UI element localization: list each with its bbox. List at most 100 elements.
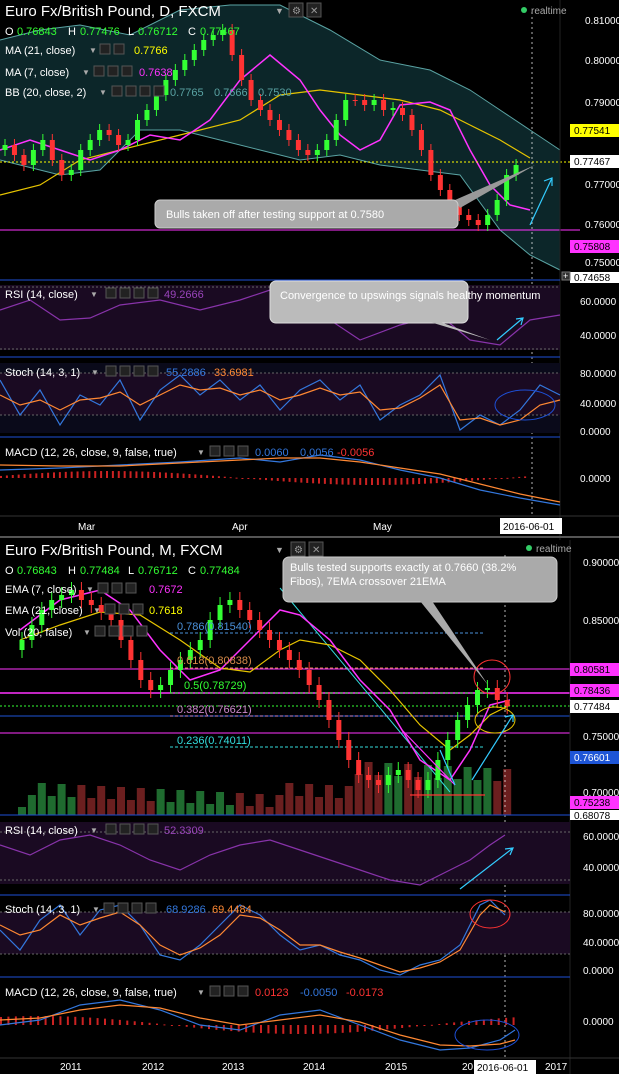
- macd-histogram-bar: [341, 1025, 344, 1033]
- axis-label: 40.0000: [580, 399, 617, 410]
- candle-body: [2, 145, 8, 150]
- macd-icons[interactable]: [209, 445, 249, 457]
- macd-histogram-bar: [81, 1017, 84, 1025]
- macd-histogram-bar: [133, 1021, 136, 1025]
- volume-bar: [344, 786, 353, 815]
- legend-ema21-label[interactable]: EMA (21, close): [5, 605, 83, 617]
- macd-histogram-bar: [96, 1018, 99, 1025]
- candle-body: [362, 100, 368, 105]
- macd-histogram-bar: [74, 1016, 77, 1025]
- volume-bar: [334, 798, 343, 815]
- candle-body: [295, 140, 301, 150]
- time-label: 2015: [385, 1062, 408, 1073]
- volume-bar: [493, 781, 502, 815]
- macd-histogram-bar: [170, 472, 173, 478]
- macd-histogram-bar: [156, 1023, 158, 1025]
- macd-histogram-bar: [393, 1025, 396, 1029]
- stoch-label[interactable]: Stoch (14, 3, 1): [5, 904, 80, 916]
- candle-body: [286, 130, 292, 140]
- legend-ma7-label[interactable]: MA (7, close): [5, 67, 69, 79]
- candle-body: [305, 150, 311, 155]
- candle-body: [247, 610, 253, 620]
- macd-histogram-bar: [506, 477, 509, 479]
- time-label: 2017: [545, 1062, 568, 1073]
- macd-histogram-bar: [406, 478, 409, 485]
- candle-body: [474, 690, 480, 705]
- candle-body: [68, 170, 74, 175]
- candle-body: [201, 40, 207, 50]
- macd-histogram-bar: [408, 1025, 411, 1028]
- macd-histogram-bar: [59, 1016, 62, 1025]
- chart-title: Euro Fx/British Pound, M, FXCM: [5, 542, 223, 559]
- macd-histogram-bar: [237, 1025, 240, 1032]
- chart-title: Euro Fx/British Pound, D, FXCM: [5, 3, 221, 20]
- legend-ema7-icons[interactable]: [97, 582, 137, 594]
- macd-histogram-bar: [178, 1025, 181, 1027]
- volume-bar: [27, 795, 36, 815]
- candle-body: [217, 605, 223, 620]
- volume-bar: [176, 790, 185, 815]
- ohlc-o-label: O: [5, 26, 14, 38]
- macd-histogram-bar: [52, 1016, 54, 1025]
- legend-ma21-label[interactable]: MA (21, close): [5, 45, 75, 57]
- svg-text:▼: ▼: [197, 448, 205, 457]
- candle-body: [148, 680, 154, 690]
- macd-histogram-bar: [0, 475, 2, 478]
- macd-value-3: -0.0056: [337, 447, 374, 459]
- macd-histogram-bar: [416, 1025, 418, 1027]
- macd-label[interactable]: MACD (12, 26, close, 9, false, true): [5, 447, 177, 459]
- chart-canvas: 0.81000 0.80000 0.79000 0.77000 0.76000 …: [0, 0, 619, 1074]
- macd-histogram-bar: [288, 478, 291, 482]
- stoch-label[interactable]: Stoch (14, 3, 1): [5, 367, 80, 379]
- fib-label: 0.5(0.78729): [184, 680, 246, 692]
- candle-body: [49, 140, 55, 160]
- rsi-label[interactable]: RSI (14, close): [5, 289, 78, 301]
- volume-bar: [87, 798, 96, 815]
- plus-icon[interactable]: +: [563, 271, 568, 281]
- candle-body: [106, 130, 112, 135]
- volume-bar: [186, 803, 195, 815]
- ohlc-o-label: O: [5, 565, 14, 577]
- macd-histogram-bar: [270, 478, 273, 481]
- legend-vol-label[interactable]: Vol (20, false): [5, 627, 72, 639]
- dropdown-icon[interactable]: ▼: [275, 545, 284, 555]
- candle-body: [248, 80, 254, 100]
- candle-body: [400, 108, 405, 115]
- time-label: 2011: [60, 1062, 82, 1073]
- volume-bar: [117, 787, 126, 815]
- volume-bar: [305, 784, 314, 815]
- rsi-label[interactable]: RSI (14, close): [5, 825, 78, 837]
- svg-text:▼: ▼: [197, 988, 205, 997]
- volume-bar: [57, 784, 66, 815]
- volume-bar: [146, 801, 155, 815]
- legend-bb-label[interactable]: BB (20, close, 2): [5, 87, 86, 99]
- macd-histogram-bar: [194, 474, 197, 478]
- macd-histogram-bar: [356, 1025, 359, 1032]
- candle-body: [182, 60, 188, 70]
- stoch-value-k: 68.9286: [166, 904, 206, 916]
- dropdown-icon[interactable]: ▼: [275, 6, 284, 16]
- macd-icons[interactable]: [209, 985, 249, 997]
- legend-ema7-label[interactable]: EMA (7, close): [5, 584, 77, 596]
- axis-label: 40.0000: [583, 938, 619, 949]
- price-tag: 0.76601: [574, 753, 611, 764]
- candle-body: [324, 140, 330, 150]
- ohlc-c-label: C: [188, 26, 196, 38]
- macd-histogram-bar: [304, 1025, 307, 1034]
- macd-histogram-bar: [47, 472, 50, 478]
- volume-bar: [473, 780, 482, 815]
- macd-histogram-bar: [312, 478, 315, 484]
- legend-ema21-icons[interactable]: [104, 603, 144, 615]
- time-label: May: [373, 522, 392, 533]
- macd-label[interactable]: MACD (12, 26, close, 9, false, true): [5, 987, 177, 999]
- legend-ma7-icons[interactable]: [93, 65, 133, 77]
- macd-histogram-bar: [22, 1016, 25, 1025]
- macd-histogram-bar: [319, 1025, 322, 1034]
- svg-text:▼: ▼: [86, 585, 94, 594]
- legend-ema7-value: 0.7672: [149, 584, 183, 596]
- stoch-value-k: 55.2886: [166, 367, 206, 379]
- ohlc-l-value: 0.76712: [138, 565, 178, 577]
- macd-histogram-bar: [341, 478, 344, 485]
- candle-body: [445, 740, 451, 760]
- ohlc-l-value: 0.76712: [138, 26, 178, 38]
